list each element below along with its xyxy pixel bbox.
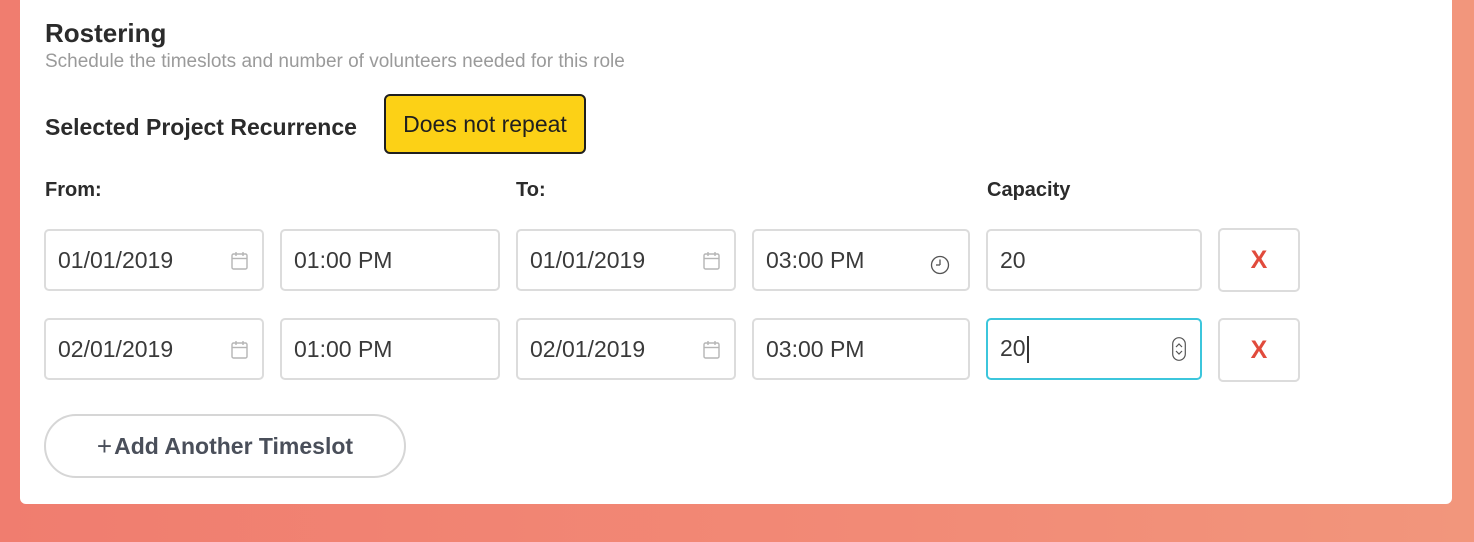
to-time-value: 03:00 PM [766, 335, 865, 362]
calendar-icon [703, 252, 720, 270]
add-timeslot-label: Add Another Timeslot [114, 432, 354, 459]
capacity-input[interactable]: 20 [986, 318, 1202, 380]
from-time-value: 01:00 PM [294, 246, 393, 273]
to-time-input[interactable]: 03:00 PM [752, 318, 970, 380]
from-column-label: From: [45, 179, 102, 201]
capacity-input[interactable]: 20 [986, 229, 1202, 291]
rostering-card: Rostering Schedule the timeslots and num… [20, 0, 1452, 504]
text-cursor [1026, 336, 1029, 364]
calendar-icon [703, 341, 720, 359]
section-title: Rostering [45, 18, 167, 48]
capacity-column-label: Capacity [987, 179, 1071, 201]
to-date-input[interactable]: 01/01/2019 [516, 229, 736, 291]
section-subtitle: Schedule the timeslots and number of vol… [45, 51, 625, 72]
capacity-value-wrap: 20 [1000, 334, 1200, 364]
calendar-icon [231, 252, 248, 270]
to-column-label: To: [516, 179, 546, 201]
recurrence-badge[interactable]: Does not repeat [384, 94, 586, 154]
from-time-input[interactable]: 01:00 PM [280, 318, 500, 380]
from-time-value: 01:00 PM [294, 335, 393, 362]
recurrence-label: Selected Project Recurrence [45, 114, 357, 140]
to-time-input[interactable]: 03:00 PM [752, 229, 970, 291]
from-time-input[interactable]: 01:00 PM [280, 229, 500, 291]
capacity-value: 20 [1000, 246, 1026, 273]
plus-icon: + [96, 430, 113, 461]
from-date-input[interactable]: 01/01/2019 [44, 229, 264, 291]
remove-timeslot-button[interactable]: X [1218, 318, 1300, 382]
to-date-input[interactable]: 02/01/2019 [516, 318, 736, 380]
add-timeslot-button[interactable]: + Add Another Timeslot [44, 414, 406, 478]
from-date-input[interactable]: 02/01/2019 [44, 318, 264, 380]
clock-icon [930, 255, 950, 275]
remove-timeslot-button[interactable]: X [1218, 228, 1300, 292]
capacity-value: 20 [1000, 334, 1026, 361]
calendar-icon [231, 341, 248, 359]
spinner-icon[interactable] [1172, 337, 1186, 361]
